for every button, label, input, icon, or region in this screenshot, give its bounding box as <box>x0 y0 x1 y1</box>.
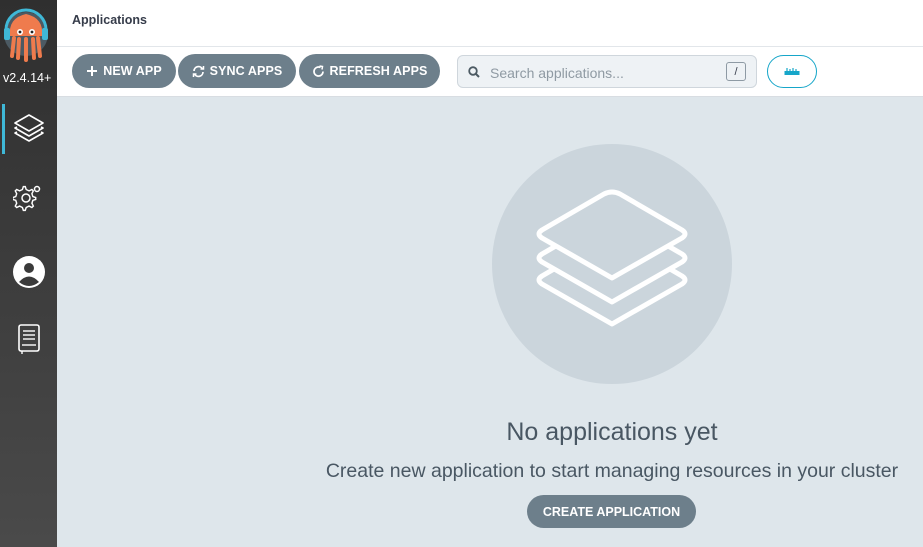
user-icon <box>12 255 46 294</box>
create-application-button[interactable]: CREATE APPLICATION <box>527 495 696 528</box>
refresh-apps-label: REFRESH APPS <box>329 64 428 78</box>
sidebar-item-user-info[interactable] <box>0 249 57 299</box>
sidebar-item-settings[interactable] <box>0 174 57 224</box>
toolbar: NEW APP SYNC APPS REFRESH APPS Search ap… <box>57 47 923 97</box>
sync-icon <box>192 65 205 78</box>
search-box: / <box>457 55 757 88</box>
sync-apps-button[interactable]: SYNC APPS <box>178 54 296 88</box>
sidebar-item-applications[interactable] <box>0 104 57 154</box>
top-header: Applications <box>57 0 923 47</box>
layers-icon <box>12 110 46 149</box>
empty-state-title: No applications yet <box>506 418 718 446</box>
page-title: Applications <box>72 13 148 27</box>
refresh-apps-button[interactable]: REFRESH APPS <box>299 54 440 88</box>
sidebar-item-documentation[interactable] <box>0 316 57 366</box>
new-app-button[interactable]: NEW APP <box>72 54 176 88</box>
empty-state-subtitle: Create new application to start managing… <box>325 460 899 482</box>
sync-apps-label: SYNC APPS <box>209 64 283 78</box>
sidebar: v2.4.14+ <box>0 0 57 547</box>
empty-state-illustration <box>492 144 732 384</box>
layers-icon <box>492 189 732 388</box>
plus-icon <box>86 65 98 77</box>
new-app-label: NEW APP <box>103 64 162 78</box>
refresh-icon <box>312 64 325 78</box>
argo-logo[interactable] <box>2 4 52 68</box>
search-icon <box>468 65 480 83</box>
search-shortcut-hint: / <box>726 62 746 81</box>
view-toggle-button[interactable] <box>767 55 817 88</box>
ruler-icon <box>784 63 800 81</box>
book-icon <box>16 323 42 360</box>
gear-icon <box>11 181 45 218</box>
version-label: v2.4.14+ <box>3 71 52 85</box>
search-input[interactable] <box>488 62 722 84</box>
